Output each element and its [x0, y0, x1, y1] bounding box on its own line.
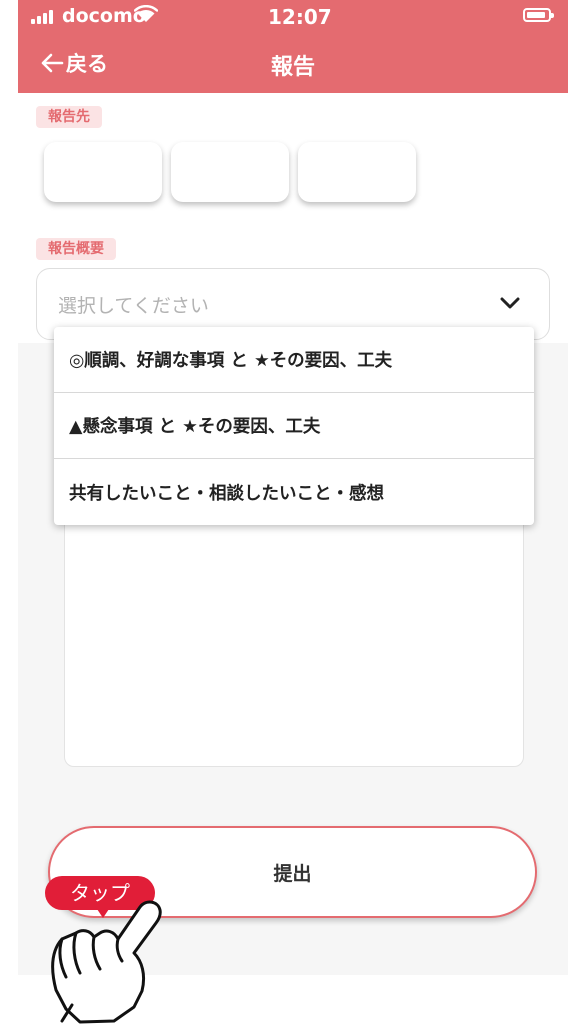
pointing-hand-icon [51, 900, 162, 1024]
app-header: docomo 12:07 戻る 報告 [18, 0, 568, 93]
report-form: 報告先 報告概要 選択してください ◎順調、好調な事項 と ★その要因、工夫 ▲… [18, 93, 568, 975]
page-title: 報告 [270, 55, 315, 80]
recipient-label: 報告先 [36, 106, 102, 128]
status-time: 12:07 [268, 5, 332, 29]
dropdown-option-share[interactable]: 共有したいこと・相談したいこと・感想 [54, 459, 534, 525]
summary-label: 報告概要 [36, 238, 116, 260]
recipient-card-1[interactable] [44, 142, 162, 202]
dropdown-option-concerns[interactable]: ▲懸念事項 と ★その要因、工夫 [54, 393, 534, 459]
recipient-card-3[interactable] [298, 142, 416, 202]
dropdown-option-good-items[interactable]: ◎順調、好調な事項 と ★その要因、工夫 [54, 327, 534, 393]
status-bar: docomo 12:07 [18, 0, 568, 34]
nav-bar: 戻る 報告 [18, 40, 568, 86]
wifi-icon [134, 5, 158, 22]
summary-dropdown-menu: ◎順調、好調な事項 と ★その要因、工夫 ▲懸念事項 と ★その要因、工夫 共有… [54, 327, 534, 525]
app-screen: docomo 12:07 戻る 報告 報告先 報告概要 選択してください ◎順調… [0, 0, 568, 1024]
recipient-card-2[interactable] [171, 142, 289, 202]
signal-bars-icon [31, 10, 53, 24]
report-body-textarea[interactable] [64, 513, 524, 767]
chevron-down-icon [500, 297, 520, 309]
battery-icon [523, 8, 554, 22]
summary-select-placeholder: 選択してください [58, 295, 209, 317]
